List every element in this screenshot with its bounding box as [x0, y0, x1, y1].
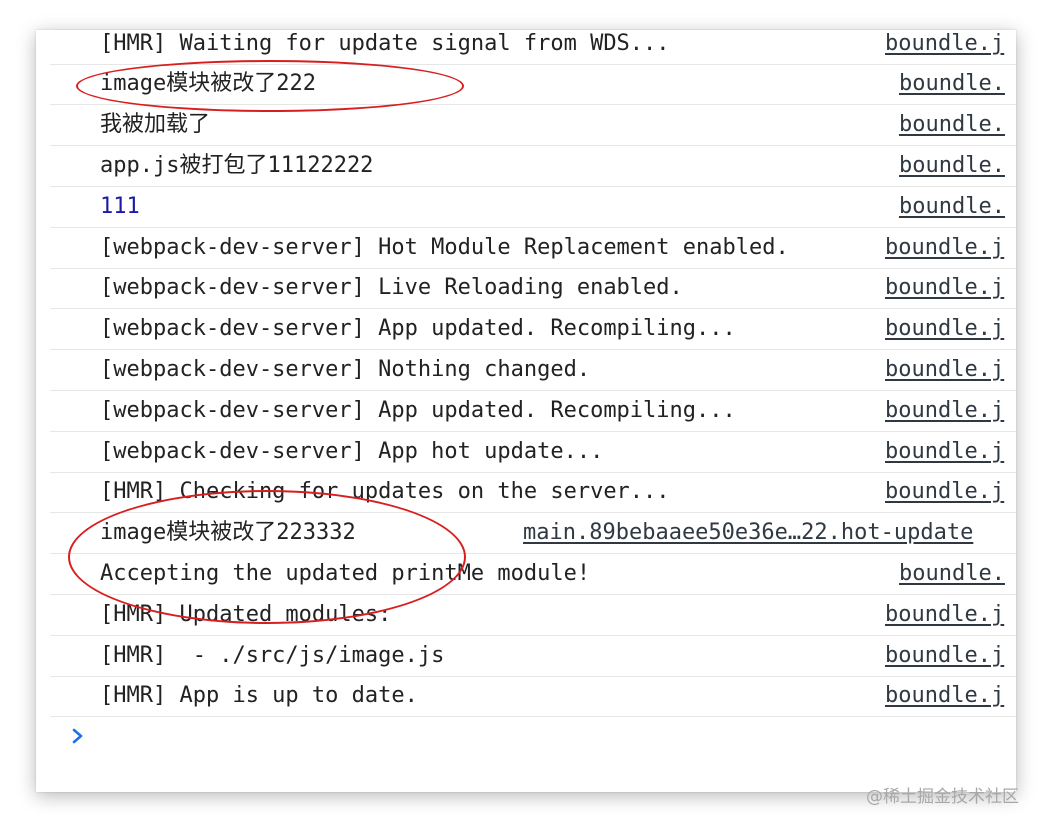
watermark: @稀土掘金技术社区 — [866, 787, 1019, 807]
console-row: [HMR] App is up to date. boundle.j — [50, 676, 1016, 717]
source-link[interactable]: boundle. — [899, 105, 1005, 145]
console-row: app.js被打包了11122222 boundle. — [50, 146, 1016, 187]
console-message: app.js被打包了11122222 — [100, 153, 374, 178]
console-message: [webpack-dev-server] Nothing changed. — [100, 357, 591, 382]
source-link[interactable]: boundle.j — [885, 636, 1004, 676]
source-link[interactable]: boundle.j — [885, 432, 1004, 472]
console-message: image模块被改了223332 — [100, 520, 356, 545]
source-link[interactable]: boundle.j — [885, 268, 1004, 308]
console-row: [webpack-dev-server] Hot Module Replacem… — [50, 228, 1016, 269]
console-message: Accepting the updated printMe module! — [100, 561, 591, 586]
console-row: Accepting the updated printMe module! bo… — [50, 554, 1016, 595]
console-row: image模块被改了222 boundle. — [50, 64, 1016, 105]
console-row: [HMR] - ./src/js/image.js boundle.j — [50, 636, 1016, 677]
source-link[interactable]: boundle.j — [885, 350, 1004, 390]
console-panel: [HMR] Waiting for update signal from WDS… — [36, 30, 1016, 792]
console-message: [HMR] Updated modules: — [100, 602, 392, 627]
source-link[interactable]: main.89bebaaee50e36e…22.hot-update — [523, 513, 973, 553]
source-link[interactable]: boundle.j — [885, 228, 1004, 268]
console-message: [HMR] - ./src/js/image.js — [100, 643, 445, 668]
source-link[interactable]: boundle.j — [885, 595, 1004, 635]
console-number-value: 111 — [100, 194, 140, 219]
console-row: 111 boundle. — [50, 187, 1016, 228]
console-row: image模块被改了223332 main.89bebaaee50e36e…22… — [50, 513, 1016, 554]
console-message: [HMR] Checking for updates on the server… — [100, 479, 670, 504]
console-row: [webpack-dev-server] Nothing changed. bo… — [50, 350, 1016, 391]
devtools-console-window: [HMR] Waiting for update signal from WDS… — [36, 30, 1016, 792]
source-link[interactable]: boundle.j — [885, 676, 1004, 716]
console-message: image模块被改了222 — [100, 71, 316, 96]
console-row: [webpack-dev-server] App hot update... b… — [50, 432, 1016, 473]
source-link[interactable]: boundle.j — [885, 30, 1004, 64]
console-row: [webpack-dev-server] App updated. Recomp… — [50, 309, 1016, 350]
console-message: [HMR] App is up to date. — [100, 683, 418, 708]
console-message: [webpack-dev-server] App updated. Recomp… — [100, 316, 736, 341]
source-link[interactable]: boundle.j — [885, 391, 1004, 431]
console-row: [HMR] Waiting for update signal from WDS… — [50, 30, 1016, 65]
console-message: [webpack-dev-server] App updated. Recomp… — [100, 398, 736, 423]
source-link[interactable]: boundle.j — [885, 309, 1004, 349]
console-row: [HMR] Checking for updates on the server… — [50, 472, 1016, 513]
console-prompt[interactable] — [50, 716, 1016, 756]
console-message: [webpack-dev-server] App hot update... — [100, 439, 604, 464]
source-link[interactable]: boundle. — [899, 554, 1005, 594]
chevron-right-icon — [72, 728, 83, 744]
source-link[interactable]: boundle. — [899, 146, 1005, 186]
console-message: [HMR] Waiting for update signal from WDS… — [100, 31, 670, 56]
source-link[interactable]: boundle.j — [885, 472, 1004, 512]
source-link[interactable]: boundle. — [899, 64, 1005, 104]
source-link[interactable]: boundle. — [899, 187, 1005, 227]
console-message: [webpack-dev-server] Live Reloading enab… — [100, 275, 683, 300]
console-message: 我被加载了 — [100, 112, 211, 137]
console-row: 我被加载了 boundle. — [50, 105, 1016, 146]
console-row: [webpack-dev-server] Live Reloading enab… — [50, 268, 1016, 309]
console-row: [webpack-dev-server] App updated. Recomp… — [50, 391, 1016, 432]
console-message: [webpack-dev-server] Hot Module Replacem… — [100, 235, 789, 260]
console-row: [HMR] Updated modules: boundle.j — [50, 595, 1016, 636]
